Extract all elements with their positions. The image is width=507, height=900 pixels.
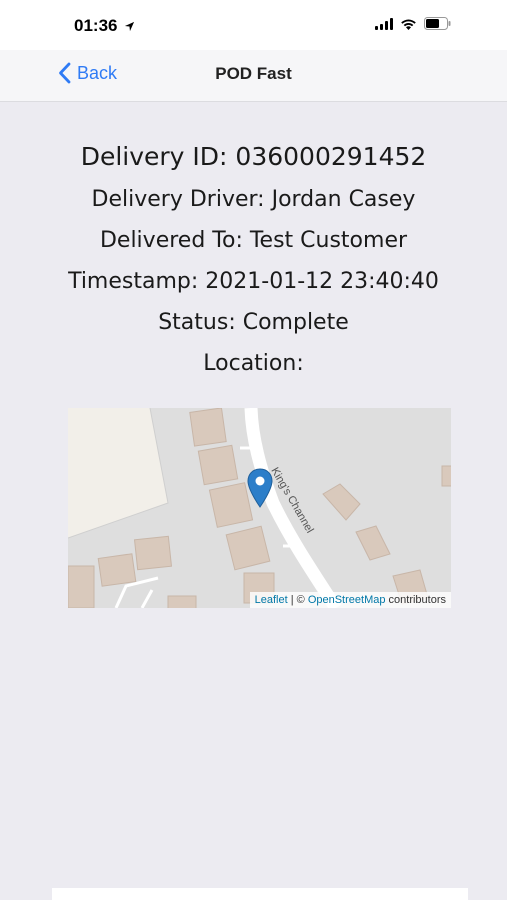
battery-icon [424,17,451,30]
map-tiles: King's Channel [68,408,451,608]
wifi-icon [401,19,416,30]
page-title: POD Fast [215,64,292,83]
attribution-suffix: contributors [385,594,446,606]
delivery-status: Status: Complete [158,310,349,335]
delivery-details: Delivery ID: 036000291452 Delivery Drive… [0,102,507,376]
location-label: Location: [203,351,304,376]
timestamp: Timestamp: 2021-01-12 23:40:40 [68,269,439,294]
status-time: 01:36 [74,16,135,36]
delivery-id: Delivery ID: 036000291452 [80,142,427,171]
status-time-text: 01:36 [74,16,118,35]
map-pin-icon[interactable] [247,468,273,508]
bottom-card [52,888,468,900]
status-bar: 01:36 [0,0,507,50]
map-attribution: Leaflet | © OpenStreetMap contributors [249,592,451,608]
navigation-bar: Back POD Fast [0,50,507,102]
leaflet-link[interactable]: Leaflet [255,594,288,606]
signal-icon [375,17,393,30]
location-arrow-icon [125,21,135,32]
attribution-separator: | © [287,594,308,606]
location-map[interactable]: King's Channel Leaflet | © OpenStreetMap… [68,408,451,608]
delivered-to: Delivered To: Test Customer [99,228,408,253]
openstreetmap-link[interactable]: OpenStreetMap [308,594,386,606]
status-icons [375,17,451,30]
delivery-driver: Delivery Driver: Jordan Casey [91,187,416,212]
